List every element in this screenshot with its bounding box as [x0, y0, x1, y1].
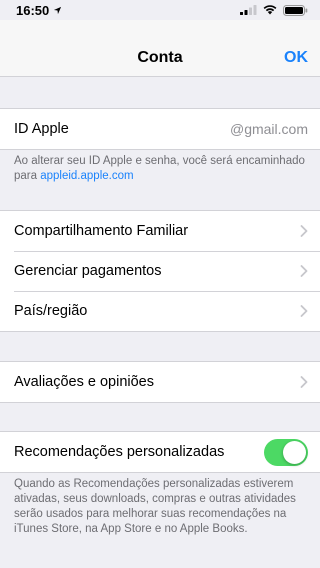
apple-id-value: @gmail.com — [229, 121, 308, 137]
row-family-sharing[interactable]: Compartilhamento Familiar — [0, 211, 320, 251]
location-arrow-icon — [54, 6, 62, 14]
page-title: Conta — [137, 49, 183, 66]
navigation-bar: Conta OK — [0, 20, 320, 77]
status-left: 16:50 — [16, 3, 62, 18]
chevron-right-icon — [300, 305, 308, 317]
reviews-group: Avaliações e opiniões — [0, 361, 320, 403]
signal-icon — [240, 5, 257, 15]
row-ratings-reviews[interactable]: Avaliações e opiniões — [0, 362, 320, 402]
status-time: 16:50 — [16, 2, 50, 18]
row-manage-payments-label: Gerenciar pagamentos — [14, 263, 162, 279]
ok-button[interactable]: OK — [284, 48, 308, 68]
recommendations-note: Quando as Recomendações personalizadas e… — [14, 478, 296, 535]
apple-id-row[interactable]: ID Apple @gmail.com — [0, 109, 320, 149]
apple-id-note: Ao alterar seu ID Apple e senha, você se… — [14, 154, 308, 184]
row-personalized-recommendations: Recomendações personalizadas — [0, 432, 320, 472]
recommendations-toggle[interactable] — [264, 438, 308, 466]
toggle-knob — [283, 440, 306, 464]
recommendations-label: Recomendações personalizadas — [14, 444, 225, 460]
recommendations-group: Recomendações personalizadas — [0, 431, 320, 473]
appleid-link[interactable]: appleid.apple.com — [40, 170, 133, 182]
row-country-region[interactable]: País/região — [0, 291, 320, 331]
row-country-region-label: País/região — [14, 303, 88, 319]
status-bar: 16:50 — [0, 0, 320, 20]
row-ratings-reviews-label: Avaliações e opiniões — [14, 374, 154, 390]
account-menu-group: Compartilhamento Familiar Gerenciar paga… — [0, 210, 320, 332]
chevron-right-icon — [300, 225, 308, 237]
apple-id-label: ID Apple — [14, 121, 69, 137]
apple-id-group: ID Apple @gmail.com — [0, 108, 320, 150]
status-right — [240, 4, 308, 16]
row-family-sharing-label: Compartilhamento Familiar — [14, 223, 189, 239]
chevron-right-icon — [300, 265, 308, 277]
chevron-right-icon — [300, 376, 308, 388]
battery-icon — [283, 4, 308, 16]
row-manage-payments[interactable]: Gerenciar pagamentos — [0, 251, 320, 291]
wifi-icon — [263, 5, 277, 15]
